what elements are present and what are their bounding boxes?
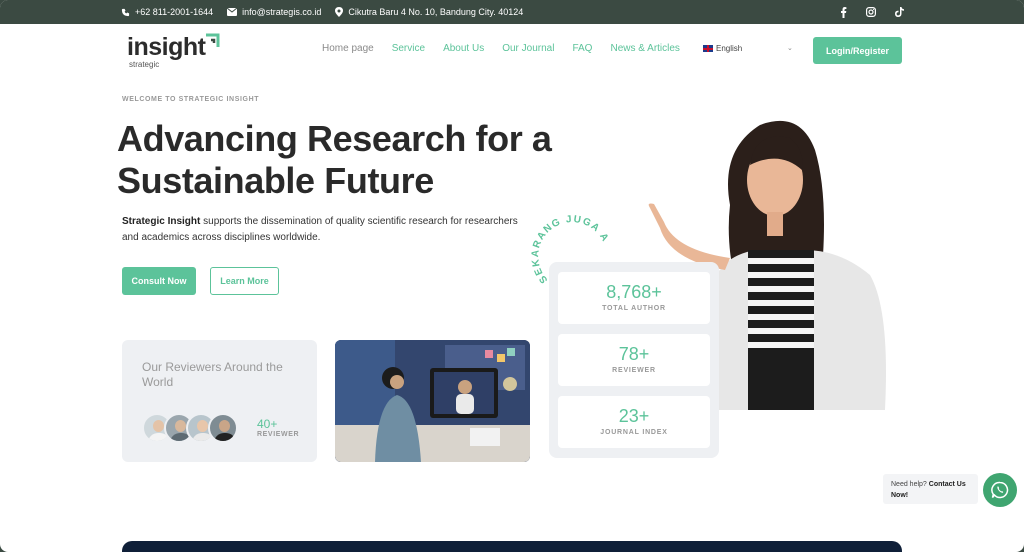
avatar — [208, 413, 238, 443]
stat-total-author: 8,768+ TOTAL AUTHOR — [558, 272, 710, 324]
whatsapp-button[interactable] — [983, 473, 1017, 507]
email-info[interactable]: info@strategis.co.id — [227, 7, 321, 17]
hero-title-line-2: Sustainable Future — [117, 160, 434, 201]
stat-label: JOURNAL INDEX — [600, 429, 668, 436]
help-tooltip[interactable]: Need help? Contact Us Now! — [883, 474, 978, 504]
hero-description: Strategic Insight supports the dissemina… — [122, 214, 522, 246]
stat-value: 78+ — [618, 344, 650, 364]
brand-logo[interactable]: insight strategic — [127, 33, 227, 73]
next-section-banner — [122, 541, 902, 552]
reviewers-title: Our Reviewers Around the World — [142, 360, 283, 389]
logo-wordmark: insight — [127, 33, 206, 61]
researcher-photo — [335, 340, 530, 462]
location-pin-icon — [335, 7, 344, 17]
hero-title: Advancing Research for a Sustainable Fut… — [117, 118, 587, 202]
facebook-icon[interactable] — [838, 6, 848, 18]
social-links — [838, 0, 904, 24]
language-label: English — [716, 44, 743, 53]
tiktok-icon[interactable] — [894, 7, 904, 17]
uk-flag-icon — [703, 45, 713, 52]
stat-label: TOTAL AUTHOR — [602, 305, 666, 312]
instagram-icon[interactable] — [866, 7, 876, 17]
hero-title-line-1: Advancing Research for a — [117, 118, 552, 159]
main-nav: Home page Service About Us Our Journal F… — [322, 43, 680, 54]
stat-label: REVIEWER — [612, 367, 656, 374]
stats-panel: 8,768+ TOTAL AUTHOR 78+ REVIEWER 23+ JOU… — [549, 262, 719, 458]
hero-eyebrow: WELCOME TO STRATEGIC INSIGHT — [122, 96, 260, 103]
stat-journal-index: 23+ JOURNAL INDEX — [558, 396, 710, 448]
office-address: Cikutra Baru 4 No. 10, Bandung City. 401… — [348, 7, 524, 17]
reviewers-card: Our Reviewers Around the World 40+ REVIE… — [122, 340, 317, 462]
stat-value: 8,768+ — [606, 282, 662, 302]
nav-item-service[interactable]: Service — [392, 43, 425, 54]
learn-more-button[interactable]: Learn More — [210, 267, 279, 295]
top-info-bar: +62 811-2001-1644 info@strategis.co.id C… — [0, 0, 1024, 24]
nav-item-about[interactable]: About Us — [443, 43, 484, 54]
phone-number: +62 811-2001-1644 — [135, 7, 214, 17]
reviewer-avatars — [142, 413, 238, 443]
nav-item-faq[interactable]: FAQ — [572, 43, 592, 54]
email-address: info@strategis.co.id — [242, 7, 322, 17]
page: +62 811-2001-1644 info@strategis.co.id C… — [0, 0, 1024, 552]
consult-now-button[interactable]: Consult Now — [122, 267, 196, 295]
nav-item-home[interactable]: Home page — [322, 43, 374, 54]
whatsapp-icon — [991, 481, 1009, 499]
stat-reviewer: 78+ REVIEWER — [558, 334, 710, 386]
nav-item-news[interactable]: News & Articles — [610, 43, 679, 54]
stat-value: 23+ — [618, 406, 650, 426]
chevron-down-icon[interactable]: ⌄ — [787, 44, 793, 52]
reviewers-count: 40+ — [257, 417, 278, 431]
hero-description-brand: Strategic Insight — [122, 216, 201, 227]
language-selector[interactable]: English — [703, 44, 742, 53]
reviewers-label: REVIEWER — [257, 431, 300, 438]
logo-subtitle: strategic — [129, 60, 160, 69]
phone-info[interactable]: +62 811-2001-1644 — [121, 7, 213, 17]
address-info: Cikutra Baru 4 No. 10, Bandung City. 401… — [335, 7, 523, 17]
phone-icon — [121, 8, 130, 16]
mail-icon — [227, 8, 238, 16]
help-prefix: Need help? — [891, 481, 929, 488]
login-register-button[interactable]: Login/Register — [813, 37, 902, 64]
logo-arrow-icon — [206, 33, 220, 47]
nav-item-journal[interactable]: Our Journal — [502, 43, 554, 54]
